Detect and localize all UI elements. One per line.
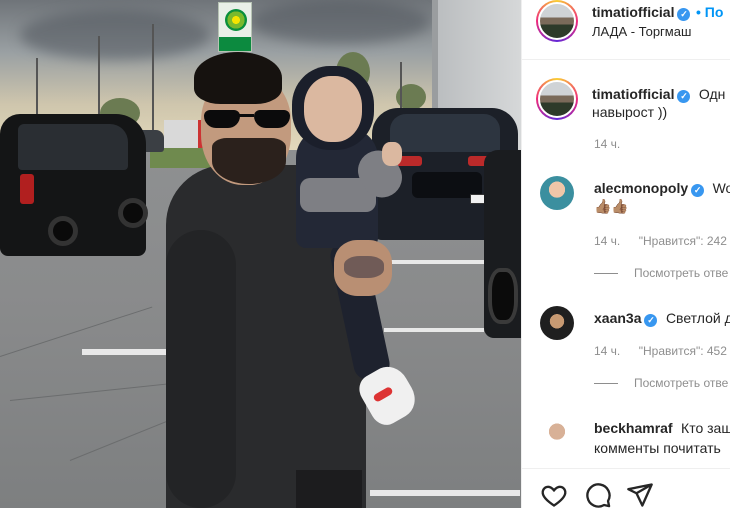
commenter-avatar[interactable]: [540, 306, 574, 340]
comment-meta: 14 ч. "Нравится": 452: [594, 342, 730, 358]
comment-likes[interactable]: "Нравится": 452: [639, 344, 727, 358]
comment-username[interactable]: beckhamraf: [594, 420, 673, 436]
comment-username[interactable]: alecmonopoly ✓: [594, 180, 705, 197]
comment-meta: 14 ч. "Нравится": 242: [594, 232, 730, 248]
action-bar: [522, 468, 730, 508]
post-location[interactable]: ЛАДА - Торгмаш: [592, 24, 691, 39]
verified-icon: ✓: [691, 184, 705, 197]
author-avatar[interactable]: [536, 0, 578, 42]
comment-line: alecmonopoly ✓ Wo: [594, 180, 730, 200]
comment-line: xaan3a ✓ Светлой д: [594, 310, 730, 330]
verified-icon: ✓: [644, 314, 658, 327]
child-hand: [382, 142, 402, 166]
caption-text: Одн: [698, 86, 726, 102]
heart-icon[interactable]: [540, 481, 568, 508]
share-icon[interactable]: [626, 481, 654, 508]
commenter-avatar[interactable]: [540, 418, 574, 452]
comment-time[interactable]: 14 ч.: [594, 344, 620, 358]
street-lamp: [152, 24, 154, 134]
black-car-right: [484, 150, 521, 338]
caption-time[interactable]: 14 ч.: [594, 137, 620, 151]
comment-likes[interactable]: "Нравится": 242: [639, 234, 727, 248]
comment-text-cont: комменты почитать: [594, 440, 721, 456]
street-lamp: [36, 58, 38, 118]
caption-line: timatiofficial ✓ Одн: [592, 86, 730, 106]
street-lamp: [400, 62, 402, 112]
author-username[interactable]: timatiofficial ✓: [592, 4, 691, 21]
post-header: timatiofficial ✓ • По ЛАДА - Торгмаш: [522, 0, 730, 60]
cloud: [20, 10, 210, 60]
comment-text-cont: 👍🏽👍🏽: [594, 198, 629, 214]
bp-sign: [218, 2, 252, 52]
post-sidebar: timatiofficial ✓ • По ЛАДА - Торгмаш tima…: [521, 0, 730, 508]
hand-tattoo: [344, 256, 384, 278]
child-face: [304, 76, 362, 142]
comment-line: beckhamraf Кто защ: [594, 420, 730, 440]
comment-text: Светлой д: [665, 310, 730, 326]
view-replies-button[interactable]: Посмотреть отве: [594, 266, 730, 282]
man-beard: [212, 138, 286, 184]
comment-icon[interactable]: [584, 481, 612, 508]
follow-button[interactable]: • По: [696, 4, 723, 20]
lane-marking: [384, 328, 484, 332]
black-van: [0, 114, 148, 256]
cloud: [250, 0, 430, 44]
verified-icon: ✓: [677, 8, 691, 21]
caption-avatar[interactable]: [536, 78, 578, 120]
verified-icon: ✓: [677, 90, 691, 103]
man-leg: [296, 470, 362, 508]
lane-marking: [370, 490, 520, 496]
comment-text: Wo: [712, 180, 730, 196]
commenter-avatar[interactable]: [540, 176, 574, 210]
lane-marking: [388, 260, 484, 264]
comment-time[interactable]: 14 ч.: [594, 234, 620, 248]
caption-text-cont: навырост )): [592, 104, 668, 120]
lane-marking: [82, 349, 178, 355]
man-sleeve: [166, 230, 236, 508]
sunglasses: [204, 110, 290, 132]
post-photo[interactable]: [0, 0, 521, 508]
comment-username[interactable]: xaan3a ✓: [594, 310, 658, 327]
caption-username[interactable]: timatiofficial ✓: [592, 86, 691, 103]
man-hair: [194, 52, 282, 104]
view-replies-button[interactable]: Посмотреть отве: [594, 376, 730, 392]
comment-text: Кто защ: [681, 420, 730, 436]
